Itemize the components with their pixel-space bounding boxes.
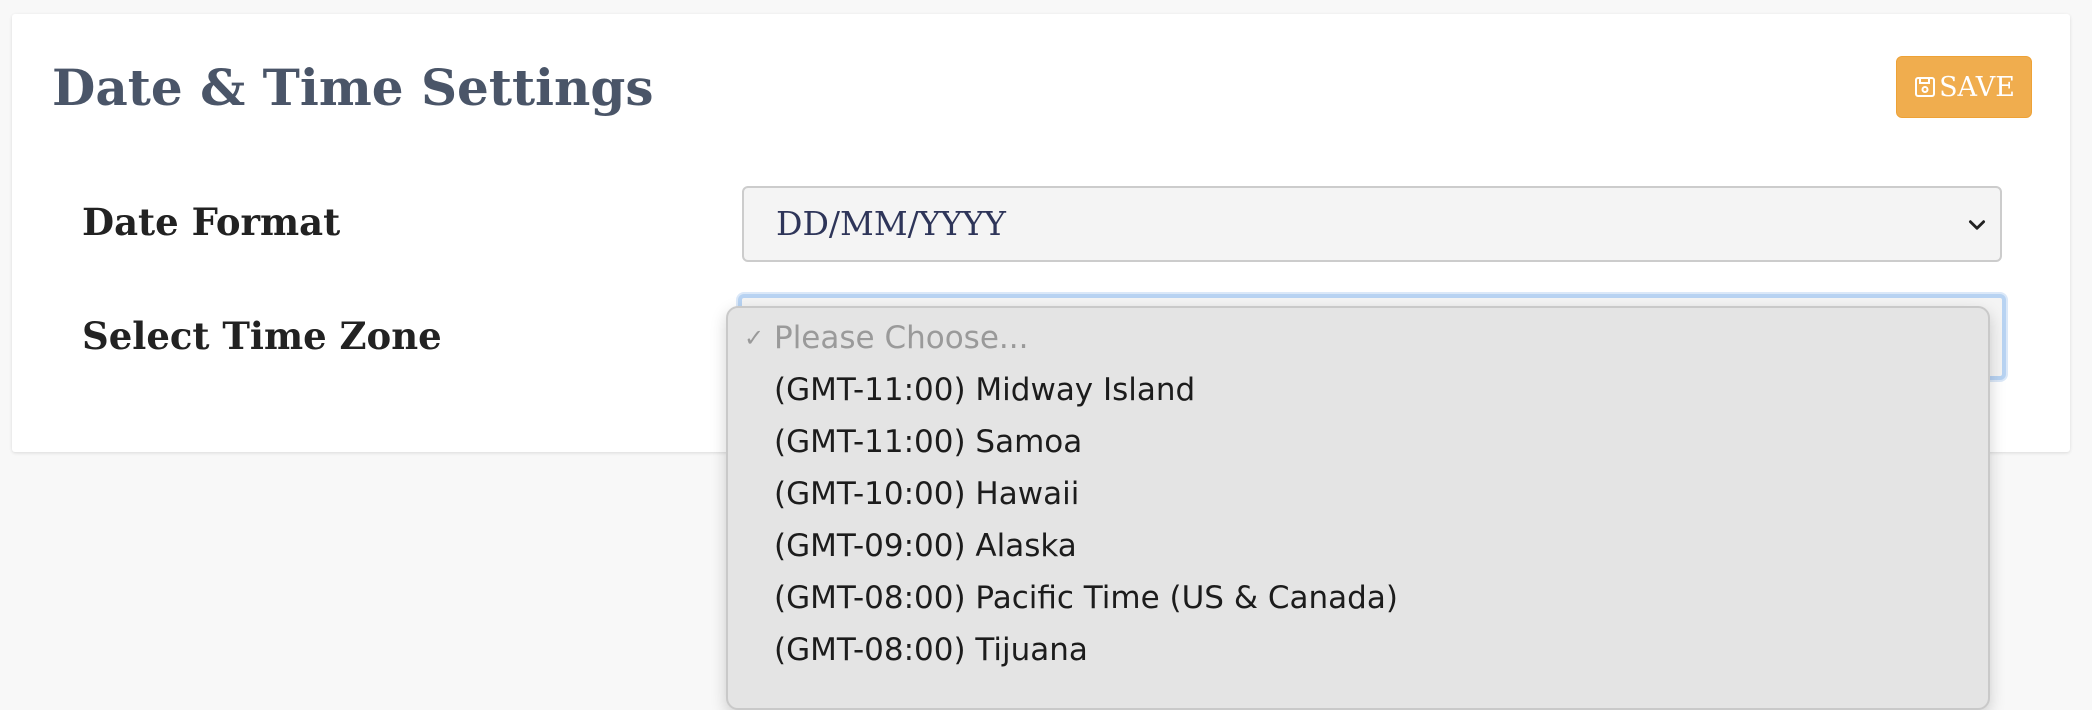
time-zone-option[interactable]: (GMT-11:00) Midway Island bbox=[728, 364, 1988, 416]
time-zone-label: Select Time Zone bbox=[82, 314, 442, 358]
time-zone-option-placeholder[interactable]: ✓ Please Choose... bbox=[728, 312, 1988, 364]
save-button[interactable]: SAVE bbox=[1896, 56, 2032, 118]
option-label: Please Choose... bbox=[774, 320, 1029, 356]
option-label: (GMT-10:00) Hawaii bbox=[774, 476, 1080, 512]
time-zone-option[interactable]: (GMT-10:00) Hawaii bbox=[728, 468, 1988, 520]
option-label: (GMT-11:00) Samoa bbox=[774, 424, 1083, 460]
option-label: (GMT-08:00) Pacific Time (US & Canada) bbox=[774, 580, 1398, 616]
floppy-disk-icon bbox=[1913, 75, 1937, 99]
option-label: (GMT-09:00) Alaska bbox=[774, 528, 1077, 564]
time-zone-dropdown: ✓ Please Choose... (GMT-11:00) Midway Is… bbox=[726, 306, 1990, 710]
date-format-label: Date Format bbox=[82, 200, 341, 244]
date-format-select[interactable]: DD/MM/YYYY bbox=[742, 186, 2002, 262]
date-format-value: DD/MM/YYYY bbox=[776, 204, 1006, 243]
save-button-label: SAVE bbox=[1939, 71, 2015, 103]
time-zone-option[interactable]: (GMT-11:00) Samoa bbox=[728, 416, 1988, 468]
option-label: (GMT-11:00) Midway Island bbox=[774, 372, 1196, 408]
time-zone-option[interactable]: (GMT-08:00) Pacific Time (US & Canada) bbox=[728, 572, 1988, 624]
option-label: (GMT-08:00) Tijuana bbox=[774, 632, 1088, 668]
time-zone-option[interactable]: (GMT-08:00) Tijuana bbox=[728, 624, 1988, 676]
check-icon: ✓ bbox=[744, 324, 765, 352]
chevron-down-icon bbox=[1968, 220, 1986, 230]
page-title: Date & Time Settings bbox=[52, 58, 654, 117]
time-zone-option[interactable]: (GMT-09:00) Alaska bbox=[728, 520, 1988, 572]
